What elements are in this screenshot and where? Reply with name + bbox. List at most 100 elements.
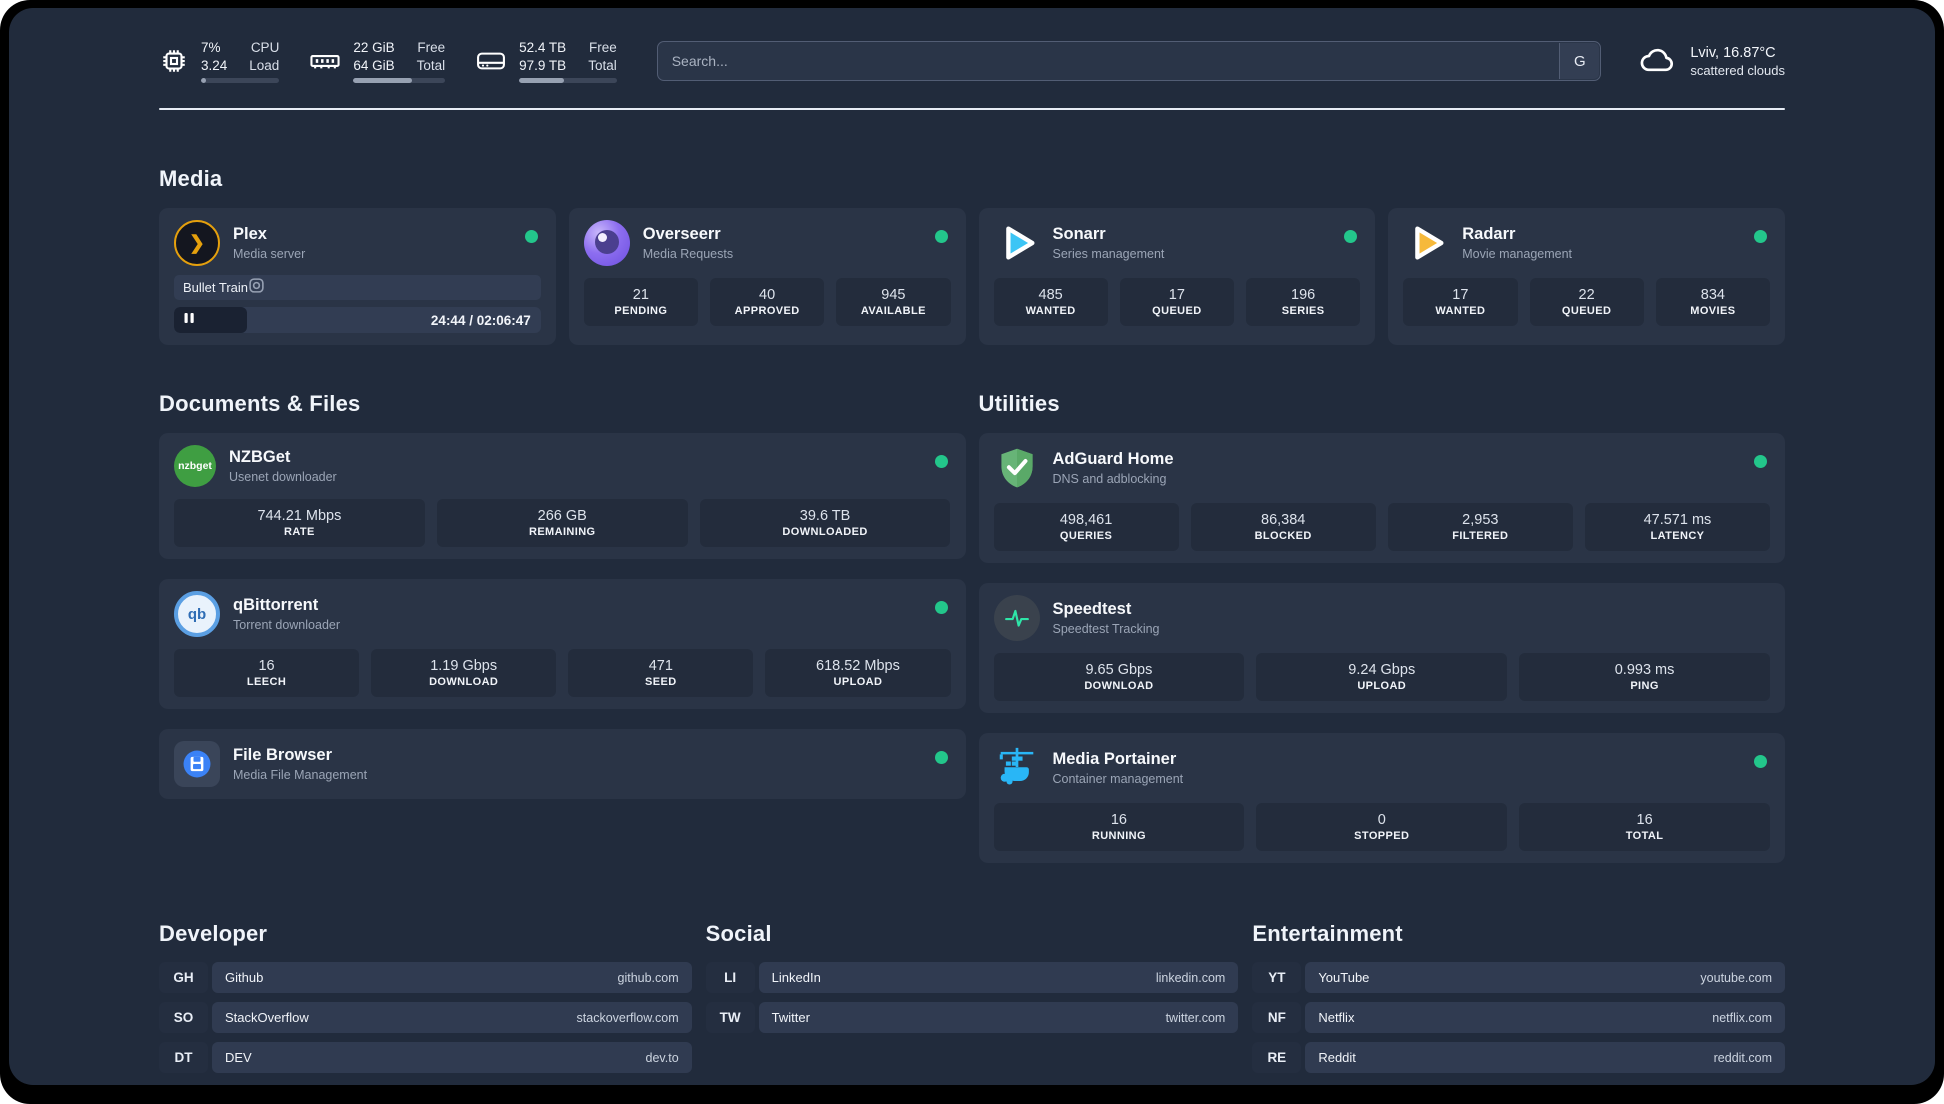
app-card-filebrowser[interactable]: File Browser Media File Management (159, 729, 966, 799)
stat-tile: 17 QUEUED (1119, 278, 1234, 326)
app-title: Sonarr (1052, 224, 1106, 243)
app-card-portainer[interactable]: Media Portainer Container management 16 … (978, 733, 1785, 863)
link-row-dev[interactable]: DT DEV dev.to (159, 1042, 692, 1073)
stat-tile: 40 APPROVED (710, 278, 825, 326)
app-card-radarr[interactable]: Radarr Movie management 17 WANTED 22 QUE… (1388, 208, 1785, 345)
cpu-values: 7% 3.24 (201, 40, 228, 73)
app-subtitle: DNS and adblocking (1052, 472, 1167, 487)
weather-condition: scattered clouds (1690, 62, 1785, 78)
stat-tile: 16 LEECH (174, 649, 360, 697)
link-abbr: RE (1252, 1042, 1302, 1073)
app-title: Plex (233, 224, 267, 243)
qbittorrent-icon: qb (174, 591, 220, 637)
window-frame: 7% 3.24 CPU Load 22 GiB 64 GiB Free Tota… (0, 0, 1944, 1104)
stat-tile: 498,461 QUERIES (993, 503, 1179, 551)
utilities-column: Utilities AdGuard Home DNS and adblockin… (978, 391, 1785, 863)
disk-progress-bar (519, 77, 617, 83)
disk-stat: 52.4 TB 97.9 TB Free Total (475, 39, 617, 83)
disk-values: 52.4 TB 97.9 TB (519, 40, 567, 73)
documents-column: Documents & Files nzbget NZBGet Usenet d… (159, 391, 966, 863)
link-row-reddit[interactable]: RE Reddit reddit.com (1252, 1042, 1785, 1073)
app-subtitle: Movie management (1462, 247, 1573, 262)
playback-progress-bar[interactable]: 24:44 / 02:06:47 (174, 307, 541, 333)
stat-tile: 945 AVAILABLE (836, 278, 951, 326)
stat-tile: 485 WANTED (993, 278, 1108, 326)
app-title: AdGuard Home (1052, 449, 1174, 468)
link-row-stackoverflow[interactable]: SO StackOverflow stackoverflow.com (159, 1002, 692, 1033)
developer-section: Developer GH Github github.com SO StackO… (159, 921, 692, 1073)
link-name: Twitter (771, 1010, 810, 1025)
stat-tile: 1.19 Gbps DOWNLOAD (371, 649, 557, 697)
link-url: netflix.com (1712, 1010, 1772, 1025)
ram-labels: Free Total (416, 40, 446, 73)
link-abbr: TW (705, 1002, 755, 1033)
link-url: twitter.com (1165, 1010, 1226, 1025)
ram-stat: 22 GiB 64 GiB Free Total (309, 39, 446, 83)
entertainment-section: Entertainment YT YouTube youtube.com NF … (1252, 921, 1785, 1073)
section-title-documents: Documents & Files (159, 391, 361, 416)
pause-icon (184, 311, 195, 329)
adguard-icon (994, 445, 1040, 491)
header-divider (159, 108, 1785, 110)
top-bar: 7% 3.24 CPU Load 22 GiB 64 GiB Free Tota… (159, 36, 1785, 86)
stat-tile: 16 RUNNING (993, 803, 1245, 851)
cloud-icon (1637, 43, 1677, 80)
app-title: File Browser (233, 745, 333, 764)
portainer-icon (994, 745, 1040, 791)
app-card-qbittorrent[interactable]: qb qBittorrent Torrent downloader 16 LEE… (159, 579, 966, 709)
cpu-icon (159, 46, 189, 76)
link-row-youtube[interactable]: YT YouTube youtube.com (1252, 962, 1785, 993)
radarr-icon (1403, 220, 1449, 266)
link-abbr: YT (1252, 962, 1302, 993)
app-card-overseerr[interactable]: Overseerr Media Requests 21 PENDING 40 A… (568, 208, 966, 345)
app-card-sonarr[interactable]: Sonarr Series management 485 WANTED 17 Q… (978, 208, 1376, 345)
plex-icon: ❯ (174, 220, 220, 266)
app-card-adguard[interactable]: AdGuard Home DNS and adblocking 498,461 … (978, 433, 1785, 563)
app-subtitle: Speedtest Tracking (1052, 622, 1160, 637)
app-subtitle: Torrent downloader (233, 618, 341, 633)
app-card-speedtest[interactable]: Speedtest Speedtest Tracking 9.65 Gbps D… (978, 583, 1785, 713)
ram-values: 22 GiB 64 GiB (353, 40, 395, 73)
now-playing-row[interactable]: Bullet Train (174, 275, 541, 300)
search-engine-button[interactable]: G (1559, 43, 1600, 79)
playback-progress-fill (174, 307, 248, 333)
app-subtitle: Media Requests (642, 247, 734, 262)
app-card-nzbget[interactable]: nzbget NZBGet Usenet downloader 744.21 M… (159, 433, 966, 559)
link-row-twitter[interactable]: TW Twitter twitter.com (705, 1002, 1239, 1033)
disk-labels: Free Total (588, 40, 617, 73)
link-abbr: NF (1252, 1002, 1302, 1033)
link-url: dev.to (645, 1050, 679, 1065)
link-name: Github (225, 970, 264, 985)
stat-tile: 471 SEED (568, 649, 754, 697)
app-title: Media Portainer (1052, 749, 1177, 768)
link-row-github[interactable]: GH Github github.com (159, 962, 692, 993)
speedtest-icon (993, 595, 1040, 641)
link-url: stackoverflow.com (576, 1010, 679, 1025)
dashboard: 7% 3.24 CPU Load 22 GiB 64 GiB Free Tota… (9, 8, 1935, 1085)
link-row-netflix[interactable]: NF Netflix netflix.com (1252, 1002, 1785, 1033)
link-row-linkedin[interactable]: LI LinkedIn linkedin.com (705, 962, 1239, 993)
weather-widget[interactable]: Lviv, 16.87°C scattered clouds (1637, 43, 1785, 80)
nzbget-icon: nzbget (174, 445, 216, 487)
weather-location-temp: Lviv, 16.87°C (1690, 44, 1776, 61)
stat-tile: 2,953 FILTERED (1387, 503, 1573, 551)
stat-tile: 744.21 Mbps RATE (174, 499, 425, 547)
social-section: Social LI LinkedIn linkedin.com TW Twitt… (705, 921, 1239, 1073)
app-card-plex[interactable]: ❯ Plex Media server Bullet Train 24:44 /… (159, 208, 556, 345)
status-dot-online (934, 230, 948, 243)
status-dot-online (1754, 455, 1767, 468)
link-name: DEV (225, 1050, 252, 1065)
status-dot-online (934, 601, 948, 614)
app-title: NZBGet (229, 447, 291, 466)
link-abbr: LI (705, 962, 755, 993)
session-screen-icon (248, 277, 265, 299)
link-name: LinkedIn (771, 970, 821, 985)
app-title: Speedtest (1052, 599, 1132, 618)
app-subtitle: Series management (1052, 247, 1165, 262)
link-name: YouTube (1318, 970, 1370, 985)
link-url: linkedin.com (1155, 970, 1226, 985)
search-input[interactable] (656, 41, 1602, 81)
stat-tile: 0.993 ms PING (1519, 653, 1770, 701)
ram-icon (309, 46, 341, 76)
stat-tile: 16 TOTAL (1519, 803, 1770, 851)
